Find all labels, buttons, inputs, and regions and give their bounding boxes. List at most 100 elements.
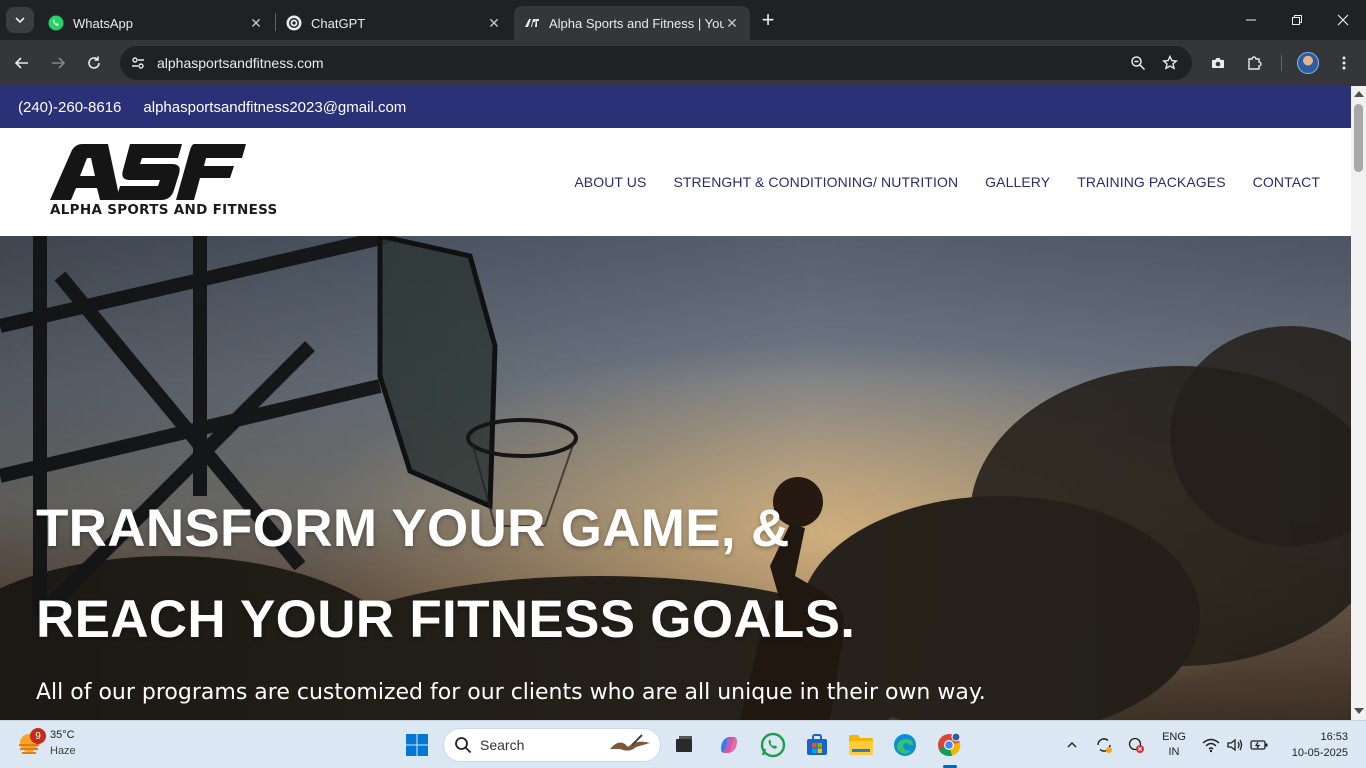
store-icon: [807, 734, 827, 755]
hero-banner: TRANSFORM YOUR GAME, & REACH YOUR FITNES…: [0, 236, 1351, 720]
task-view-icon: [676, 736, 692, 752]
page-scrollbar[interactable]: [1351, 86, 1366, 720]
search-icon: [455, 737, 472, 754]
scroll-up-icon[interactable]: [1354, 91, 1364, 97]
chrome-icon: [938, 732, 961, 757]
store-button[interactable]: [801, 729, 833, 761]
restore-button[interactable]: [1274, 0, 1320, 40]
main-nav: ABOUT US STRENGHT & CONDITIONING/ NUTRIT…: [574, 174, 1320, 190]
minimize-button[interactable]: [1228, 0, 1274, 40]
clock-date: 10-05-2025: [1291, 747, 1348, 759]
windows-logo-icon: [406, 734, 428, 756]
lang-code: ENG: [1162, 731, 1186, 743]
windows-taskbar: 9 35°C Haze Search ENG IN 16:53 10-05-20…: [0, 720, 1366, 768]
folder-icon: [849, 735, 873, 755]
screenshot-button[interactable]: [1204, 49, 1232, 77]
profile-button[interactable]: [1294, 49, 1322, 77]
start-button[interactable]: [401, 729, 433, 761]
nav-training-packages[interactable]: TRAINING PACKAGES: [1077, 174, 1225, 190]
close-icon: [1337, 14, 1349, 26]
avatar: [1297, 52, 1319, 74]
extensions-button[interactable]: [1240, 49, 1268, 77]
toolbar-divider: [1281, 55, 1282, 71]
restore-icon: [1292, 15, 1302, 25]
hero-subtitle: All of our programs are customized for o…: [36, 680, 986, 705]
bookmark-star-icon[interactable]: [1154, 49, 1186, 77]
close-tab-icon[interactable]: ✕: [486, 15, 502, 31]
arrow-left-icon: [14, 57, 28, 69]
email-link[interactable]: alphasportsandfitness2023@gmail.com: [143, 99, 406, 116]
tab-strip: WhatsApp ✕ ChatGPT ✕ Alpha Sports and Fi…: [0, 0, 1366, 40]
scroll-down-icon[interactable]: [1354, 708, 1364, 714]
chevron-down-icon: [15, 17, 25, 24]
menu-button[interactable]: [1330, 49, 1358, 77]
whatsapp-icon: [48, 15, 64, 31]
language-indicator[interactable]: ENG IN: [1158, 721, 1190, 768]
chatgpt-icon: [286, 15, 302, 31]
close-tab-icon[interactable]: ✕: [248, 15, 264, 31]
show-hidden-icons-button[interactable]: [1060, 721, 1084, 768]
tab-title: WhatsApp: [73, 15, 133, 31]
arrow-right-icon: [52, 57, 66, 69]
site-info-icon[interactable]: [124, 49, 152, 77]
task-view-button[interactable]: [668, 729, 700, 761]
chrome-button[interactable]: [933, 729, 965, 761]
asf-icon: [524, 15, 540, 31]
close-window-button[interactable]: [1320, 0, 1366, 40]
whatsapp-taskbar-button[interactable]: [757, 729, 789, 761]
tab-alpha-sports[interactable]: Alpha Sports and Fitness | Your ✕: [514, 6, 750, 40]
close-tab-icon[interactable]: ✕: [724, 15, 740, 31]
edge-button[interactable]: [889, 729, 921, 761]
phone-link[interactable]: (240)-260-8616: [18, 99, 121, 116]
url-text[interactable]: alphasportsandfitness.com: [157, 55, 1122, 71]
battery-icon: [1250, 740, 1268, 750]
browser-toolbar: alphasportsandfitness.com: [0, 40, 1366, 86]
chevron-up-icon: [1067, 742, 1077, 748]
nav-strength-conditioning[interactable]: STRENGHT & CONDITIONING/ NUTRITION: [673, 174, 958, 190]
minimize-icon: [1246, 19, 1256, 21]
wifi-icon: [1202, 738, 1220, 753]
back-button[interactable]: [8, 49, 36, 77]
hero-heading-line-1: TRANSFORM YOUR GAME, &: [36, 499, 790, 558]
edge-icon: [894, 734, 916, 756]
weather-widget[interactable]: 9 35°C Haze: [16, 727, 76, 759]
haze-sun-icon: 9: [16, 728, 46, 756]
search-label: Search: [480, 737, 525, 753]
scrollbar-thumb[interactable]: [1354, 104, 1363, 172]
nav-gallery[interactable]: GALLERY: [985, 174, 1050, 190]
tab-whatsapp[interactable]: WhatsApp ✕: [38, 6, 274, 40]
site-header: ALPHA SPORTS AND FITNESS ABOUT US STRENG…: [0, 128, 1351, 236]
clock-time: 16:53: [1320, 731, 1348, 743]
site-logo[interactable]: ALPHA SPORTS AND FITNESS: [50, 144, 277, 222]
network-error-icon: [1128, 737, 1144, 753]
sync-tray-icon[interactable]: [1092, 721, 1116, 768]
network-error-tray-icon[interactable]: [1124, 721, 1148, 768]
tab-title: ChatGPT: [311, 15, 366, 31]
weather-badge: 9: [30, 728, 46, 744]
nav-about-us[interactable]: ABOUT US: [574, 174, 646, 190]
tab-search-button[interactable]: [6, 7, 34, 33]
tab-title: Alpha Sports and Fitness | Your: [549, 15, 724, 31]
sync-icon: [1097, 738, 1112, 753]
camera-icon: [1212, 58, 1224, 68]
weather-condition: Haze: [50, 745, 76, 757]
web-page: (240)-260-8616 alphasportsandfitness2023…: [0, 86, 1351, 720]
copilot-button[interactable]: [713, 729, 745, 761]
contact-bar: (240)-260-8616 alphasportsandfitness2023…: [0, 86, 1351, 128]
quick-settings-button[interactable]: [1200, 721, 1270, 768]
new-tab-button[interactable]: +: [756, 7, 780, 32]
birds-search-highlight-icon: [610, 734, 650, 751]
reload-button[interactable]: [80, 49, 108, 77]
puzzle-icon: [1248, 56, 1262, 70]
lang-region: IN: [1168, 746, 1180, 758]
nav-contact[interactable]: CONTACT: [1253, 174, 1320, 190]
system-clock[interactable]: 16:53 10-05-2025: [1292, 729, 1348, 761]
file-explorer-button[interactable]: [845, 729, 877, 761]
reload-icon: [88, 56, 100, 69]
volume-icon: [1227, 738, 1243, 752]
tab-chatgpt[interactable]: ChatGPT ✕: [276, 6, 512, 40]
zoom-icon[interactable]: [1122, 49, 1154, 77]
forward-button[interactable]: [44, 49, 72, 77]
taskbar-search[interactable]: Search: [443, 728, 661, 762]
address-bar[interactable]: alphasportsandfitness.com: [120, 46, 1192, 80]
